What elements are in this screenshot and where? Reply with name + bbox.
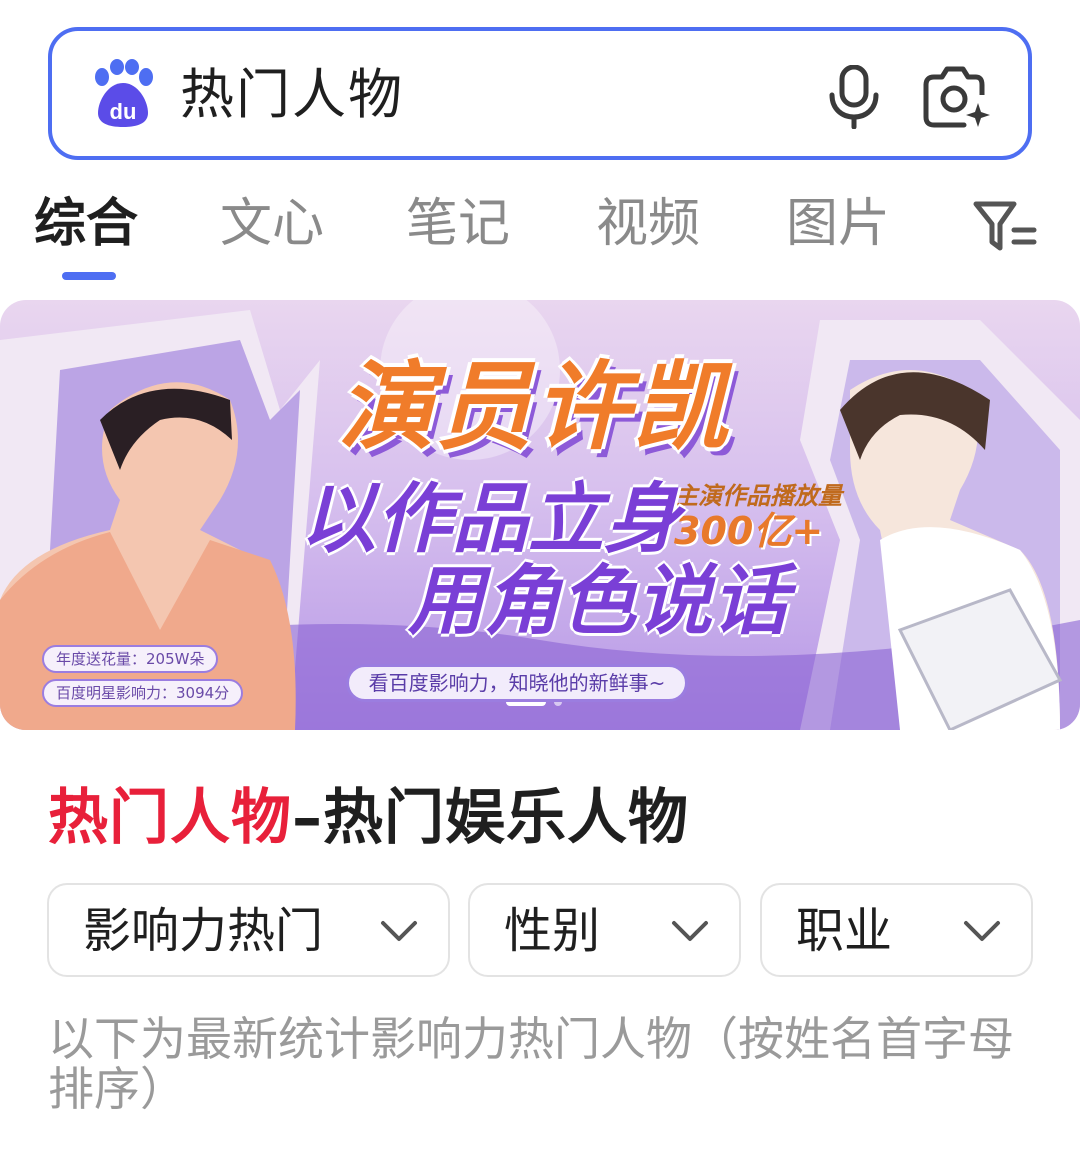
dropdown-label: 影响力热门 (83, 903, 324, 959)
banner-slogan-line1: 以作品立身 (300, 474, 680, 563)
search-bar[interactable]: du 热门人物 (48, 27, 1032, 160)
chevron-down-icon (672, 921, 708, 941)
funnel-filter-icon[interactable] (970, 196, 1040, 256)
result-title-highlight: 热门人物 (48, 783, 292, 853)
gender-filter-dropdown[interactable]: 性别 (468, 883, 741, 977)
banner-cta-pill[interactable]: 看百度影响力，知晓他的新鲜事~ (346, 664, 688, 702)
profession-filter-dropdown[interactable]: 职业 (760, 883, 1033, 977)
result-title-rest: –热门娱乐人物 (292, 783, 689, 853)
chevron-down-icon (964, 921, 1000, 941)
search-input[interactable]: 热门人物 (180, 63, 404, 127)
tab-video[interactable]: 视频 (596, 186, 700, 262)
dropdown-label: 职业 (796, 903, 893, 959)
chevron-down-icon (381, 921, 417, 941)
microphone-icon[interactable] (826, 65, 882, 129)
banner-stat-flowers: 年度送花量：205W朵 (42, 645, 219, 673)
result-title[interactable]: 热门人物–热门娱乐人物 (48, 780, 689, 856)
dropdown-label: 性别 (504, 903, 601, 959)
camera-search-icon[interactable] (918, 65, 992, 129)
tab-notes[interactable]: 笔记 (406, 186, 510, 262)
baidu-logo-text: du (110, 99, 137, 124)
tab-images[interactable]: 图片 (786, 186, 890, 262)
tab-comprehensive[interactable]: 综合 (34, 186, 138, 262)
banner-badge-value: 300亿+ (674, 509, 824, 553)
search-tabs: 综合 文心 笔记 视频 图片 (0, 186, 1080, 286)
banner-slogan-line2: 用角色说话 (408, 556, 788, 645)
influence-filter-dropdown[interactable]: 影响力热门 (47, 883, 450, 977)
banner-stat-influence: 百度明星影响力：3094分 (42, 679, 244, 707)
active-tab-indicator (62, 272, 116, 280)
result-description: 以下为最新统计影响力热门人物（按姓名首字母排序） (48, 1012, 1014, 1116)
banner-title: 演员许凯 (338, 351, 730, 463)
baidu-logo-icon: du (95, 59, 153, 127)
tab-wenxin[interactable]: 文心 (220, 186, 324, 262)
